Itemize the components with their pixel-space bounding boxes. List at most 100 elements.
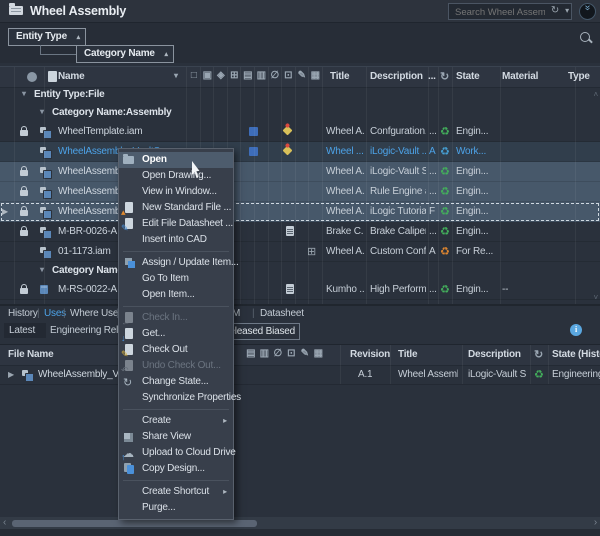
expand-row-icon[interactable]: ▶ [8, 370, 14, 379]
menu-item-create-shortcut[interactable]: Create Shortcut▸ [119, 484, 233, 500]
uses-grid-row[interactable]: ▶ WheelAssembly_VaultSearch... A.1 Wheel… [0, 365, 600, 385]
lock-icon [20, 230, 28, 236]
group-row[interactable]: ▾Category Name:Assembly [0, 104, 600, 122]
horizontal-scrollbar[interactable]: ‹ › [0, 517, 600, 529]
viewable-icon[interactable]: ⊡ [282, 70, 296, 81]
menu-item-create[interactable]: Create▸ [119, 413, 233, 429]
lock-icon [20, 210, 28, 216]
menu-item-go-to-item[interactable]: Go To Item [119, 271, 233, 287]
attachment-icon[interactable]: ∅ [268, 70, 282, 81]
edit-properties-icon[interactable]: ✎ [295, 70, 309, 81]
vault-menu-button[interactable]: » [579, 3, 596, 20]
drawing-file-icon[interactable]: ▥ [258, 348, 272, 359]
version-filter-value: Latest [9, 325, 35, 336]
attachment-icon[interactable]: ∅ [271, 348, 285, 359]
menu-item-share-view[interactable]: Share View [119, 429, 233, 445]
file-type-icon[interactable] [48, 71, 57, 82]
image-file-icon[interactable]: ▤ [241, 70, 255, 81]
column-header-description[interactable]: Description [468, 349, 521, 360]
menu-item-edit-file-datasheet[interactable]: ✎Edit File Datasheet ... [119, 216, 233, 232]
table-row[interactable]: M-BR-0026-A B...Brake C...Brake Caliper … [0, 222, 600, 242]
state-refresh-icon[interactable]: ↻ [534, 348, 543, 361]
tab-history[interactable]: History [8, 308, 38, 319]
table-row[interactable]: WheelAssembl...Wheel A...iLogic-Vault S.… [0, 162, 600, 182]
scroll-down-icon[interactable]: ˅ [594, 293, 598, 302]
menu-item-assign-update-item[interactable]: Assign / Update Item... [119, 255, 233, 271]
tab-datasheet[interactable]: Datasheet [260, 308, 304, 319]
column-header-title[interactable]: Title [330, 71, 349, 82]
edit-datasheet-icon: ✎ [123, 218, 136, 230]
table-row[interactable]: ▶WheelAssembl...Wheel A...iLogic Tutoria… [0, 202, 600, 222]
column-header-dots[interactable]: ... [428, 71, 436, 82]
table-row[interactable]: M-RS-0022-A K...Kumho ...High Perform...… [0, 280, 600, 300]
edit-properties-icon[interactable]: ✎ [298, 348, 312, 359]
group-row[interactable]: ▾Entity Type:File [0, 86, 600, 104]
column-header-name[interactable]: Name [58, 71, 84, 82]
description-cell: Rule Engine a... [370, 186, 426, 197]
file-name-cell: WheelTemplate.iam [58, 126, 178, 137]
scrollbar-thumb[interactable] [12, 520, 257, 527]
menu-item-get[interactable]: ↓Get... [119, 326, 233, 342]
state-cell: Engin... [456, 206, 500, 217]
name-filter-dropdown-icon[interactable]: ▾ [174, 71, 178, 80]
lock-icon [20, 170, 28, 176]
tags-icon[interactable]: ▣ [201, 70, 215, 81]
uses-grid-header: File Name ▤▥∅⊡✎▦ Revision Title Descript… [0, 344, 600, 366]
menu-item-open-drawing[interactable]: Open Drawing... [119, 168, 233, 184]
menu-item-open-item[interactable]: Open Item... [119, 287, 233, 303]
scroll-left-icon[interactable]: ‹ [3, 517, 6, 529]
image-file-icon[interactable]: ▤ [244, 348, 258, 359]
column-header-state[interactable]: State [456, 71, 479, 82]
menu-item-copy-design[interactable]: Copy Design... [119, 461, 233, 477]
status-circle-icon[interactable] [27, 72, 37, 82]
table-row[interactable]: 01-1173.iam⊞Wheel A...Custom Conf...A♻Fo… [0, 242, 600, 262]
menu-item-synchronize-properties[interactable]: Synchronize Properties [119, 390, 233, 406]
checkbox-icon[interactable]: □ [187, 70, 201, 81]
state-icon: ♻ [440, 125, 450, 138]
scroll-right-icon[interactable]: › [594, 517, 597, 529]
search-toggle-icon[interactable] [580, 32, 590, 42]
tag-icon[interactable]: ◈ [214, 70, 228, 81]
hierarchy-icon[interactable]: ⊞ [228, 70, 242, 81]
table-row[interactable]: WheelTemplate.iamWheel A...Confguration.… [0, 122, 600, 142]
table-row[interactable]: WheelAssembly_VaultSearch...Wheel ...iLo… [0, 142, 600, 162]
menu-item-open[interactable]: Open [119, 152, 233, 168]
viewable-icon[interactable]: ⊡ [285, 348, 299, 359]
state-icon: ♻ [440, 245, 450, 258]
menu-item-purge[interactable]: Purge... [119, 500, 233, 516]
table-row[interactable]: WheelAssembl...Wheel A...Rule Engine a..… [0, 182, 600, 202]
column-header-material[interactable]: Material [502, 71, 538, 82]
menu-item-view-in-window[interactable]: View in Window... [119, 184, 233, 200]
column-header-revision[interactable]: Revision [350, 349, 390, 360]
group-chip-label: Entity Type [16, 31, 67, 42]
column-header-type[interactable]: Type [568, 71, 590, 82]
bom-grid-icon[interactable]: ▦ [312, 348, 326, 359]
menu-item-change-state[interactable]: ↻Change State... [119, 374, 233, 390]
group-row[interactable]: ▾Category Name:Part [0, 262, 600, 280]
menu-item-insert-into-cad[interactable]: Insert into CAD [119, 232, 233, 248]
search-options-icon[interactable]: ↻ [551, 5, 559, 16]
info-icon[interactable]: i [570, 324, 582, 336]
column-header-file-name[interactable]: File Name [8, 349, 53, 360]
scroll-up-icon[interactable]: ˄ [594, 90, 598, 99]
column-header-title[interactable]: Title [398, 349, 417, 360]
menu-item-new-standard-file[interactable]: ▴New Standard File ... [119, 200, 233, 216]
version-filter-dropdown[interactable]: Latest [4, 323, 46, 338]
state-refresh-icon[interactable]: ↻ [440, 70, 449, 83]
assembly-file-icon [40, 147, 46, 153]
column-header-description[interactable]: Description [370, 71, 423, 82]
grid-line [530, 345, 531, 384]
search-dropdown-icon[interactable]: ▾ [565, 6, 569, 15]
group-chip-entity-type[interactable]: Entity Type ▴ [8, 28, 86, 46]
state-icon: ♻ [440, 145, 450, 158]
column-header-state-history[interactable]: State (History) [552, 349, 600, 360]
menu-item-check-out[interactable]: ✎Check Out [119, 342, 233, 358]
search-input[interactable] [453, 5, 547, 19]
bom-grid-icon[interactable]: ▦ [309, 70, 323, 81]
group-chip-category-name[interactable]: Category Name ▴ [76, 45, 174, 63]
tab-separator: | [252, 308, 254, 319]
title-cell: Wheel ... [326, 146, 364, 157]
grid-line [268, 67, 269, 304]
drawing-file-icon[interactable]: ▥ [255, 70, 269, 81]
menu-item-upload-to-cloud-drive[interactable]: ☁↑Upload to Cloud Drive [119, 445, 233, 461]
